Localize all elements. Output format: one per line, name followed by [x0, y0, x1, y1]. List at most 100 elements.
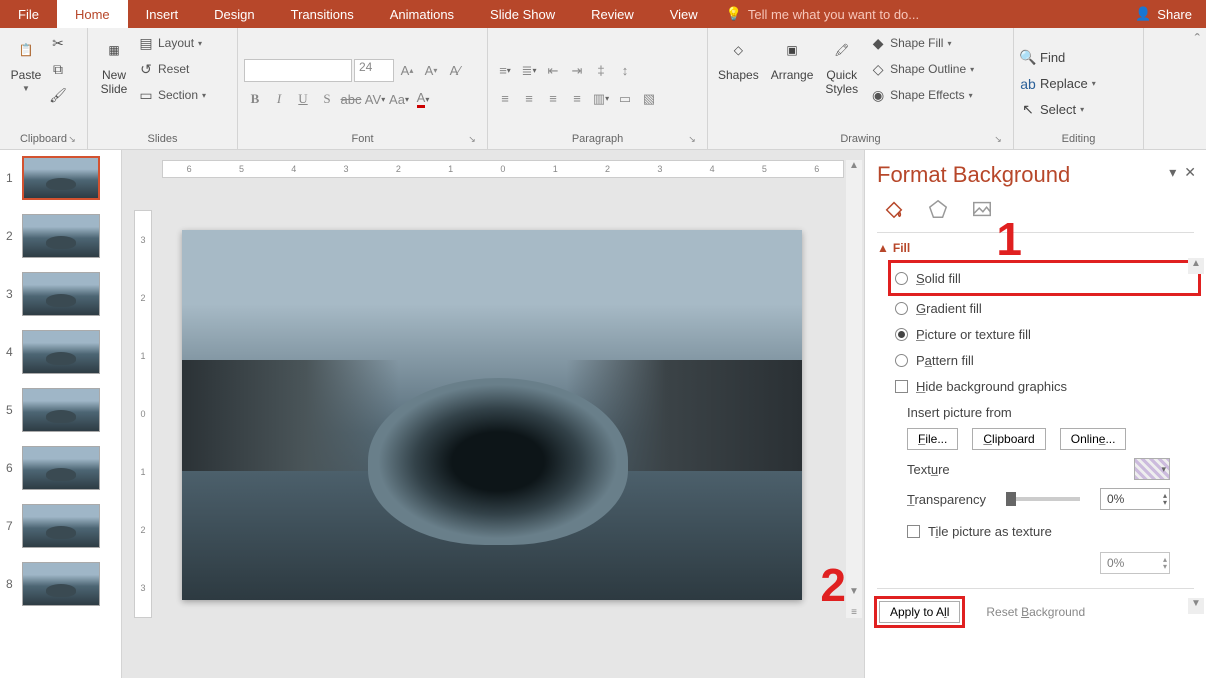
quick-styles-icon: 🖍: [826, 34, 858, 66]
align-center-button[interactable]: ≡: [518, 88, 540, 110]
paste-button[interactable]: 📋 Paste ▼: [6, 32, 46, 95]
slide-thumb-5[interactable]: [22, 388, 100, 432]
group-slides: ▦ New Slide ▤Layout▾ ↺Reset ▭Section▾ Sl…: [88, 28, 238, 149]
effects-tab-icon[interactable]: [925, 196, 951, 222]
tab-design[interactable]: Design: [196, 0, 272, 28]
tab-slideshow[interactable]: Slide Show: [472, 0, 573, 28]
tile-check[interactable]: Tile picture as texture: [907, 518, 1194, 544]
align-right-button[interactable]: ≡: [542, 88, 564, 110]
reset-button[interactable]: ↺Reset: [138, 58, 206, 80]
tab-home[interactable]: Home: [57, 0, 128, 28]
reset-icon: ↺: [138, 61, 154, 77]
font-name-select[interactable]: [244, 59, 352, 82]
increase-font-button[interactable]: A▴: [396, 60, 418, 82]
shape-outline-button[interactable]: ◇Shape Outline▾: [870, 58, 974, 80]
slide-thumb-6[interactable]: [22, 446, 100, 490]
find-button[interactable]: 🔍Find: [1020, 47, 1137, 69]
slide-canvas[interactable]: [182, 230, 802, 600]
slide-thumb-4[interactable]: [22, 330, 100, 374]
columns-button[interactable]: ▥▾: [590, 88, 612, 110]
dialog-launcher-clipboard[interactable]: ↘: [65, 132, 79, 146]
paste-label: Paste: [11, 68, 42, 82]
decrease-indent-button[interactable]: ⇤: [542, 60, 564, 82]
font-size-select[interactable]: 24: [354, 59, 394, 82]
underline-button[interactable]: U: [292, 88, 314, 110]
shape-fill-button[interactable]: ◆Shape Fill▾: [870, 32, 974, 54]
slide-thumb-2[interactable]: [22, 214, 100, 258]
online-button[interactable]: Online...: [1060, 428, 1127, 450]
transparency-value[interactable]: 0%▴▾: [1100, 488, 1170, 510]
section-button[interactable]: ▭Section▾: [138, 84, 206, 106]
clipboard-button[interactable]: Clipboard: [972, 428, 1045, 450]
tab-review[interactable]: Review: [573, 0, 652, 28]
pane-close-button[interactable]: ✕: [1184, 164, 1196, 181]
increase-indent-button[interactable]: ⇥: [566, 60, 588, 82]
dialog-launcher-font[interactable]: ↘: [465, 132, 479, 146]
dialog-launcher-drawing[interactable]: ↘: [991, 132, 1005, 146]
change-case-button[interactable]: Aa▾: [388, 88, 410, 110]
layout-button[interactable]: ▤Layout▾: [138, 32, 206, 54]
tab-transitions[interactable]: Transitions: [273, 0, 372, 28]
transparency-slider[interactable]: [1006, 497, 1080, 501]
font-color-button[interactable]: A▾: [412, 88, 434, 110]
bold-button[interactable]: B: [244, 88, 266, 110]
reset-background-button[interactable]: Reset Background: [976, 599, 1095, 625]
file-button[interactable]: File...: [907, 428, 958, 450]
clear-format-button[interactable]: A⁄: [444, 60, 466, 82]
collapse-ribbon-button[interactable]: ˆ: [1195, 32, 1200, 50]
bullets-button[interactable]: ≡▾: [494, 60, 516, 82]
quick-styles-button[interactable]: 🖍Quick Styles: [821, 32, 862, 98]
align-text-button[interactable]: ▭: [614, 88, 636, 110]
select-button[interactable]: ↖Select▾: [1020, 99, 1137, 121]
smartart-button[interactable]: ▧: [638, 88, 660, 110]
dialog-launcher-paragraph[interactable]: ↘: [685, 132, 699, 146]
slide-thumb-7[interactable]: [22, 504, 100, 548]
pane-options-button[interactable]: ▾: [1169, 164, 1176, 181]
texture-picker[interactable]: ▾: [1134, 458, 1170, 480]
slide-thumb-8[interactable]: [22, 562, 100, 606]
thumb-number: 7: [6, 519, 18, 533]
justify-button[interactable]: ≡: [566, 88, 588, 110]
picture-fill-radio[interactable]: Picture or texture fill: [895, 321, 1194, 347]
tab-animations[interactable]: Animations: [372, 0, 472, 28]
gradient-fill-radio[interactable]: Gradient fill: [895, 295, 1194, 321]
replace-icon: ab: [1020, 76, 1036, 92]
align-left-button[interactable]: ≡: [494, 88, 516, 110]
new-slide-button[interactable]: ▦ New Slide: [94, 32, 134, 98]
copy-button[interactable]: ⧉: [50, 58, 66, 80]
hide-graphics-check[interactable]: Hide background graphics: [895, 373, 1194, 399]
char-spacing-button[interactable]: AV▾: [364, 88, 386, 110]
select-label: Select: [1040, 102, 1076, 117]
arrange-button[interactable]: ▣Arrange: [767, 32, 818, 84]
tell-me[interactable]: 💡 Tell me what you want to do...: [716, 0, 1121, 28]
decrease-font-button[interactable]: A▾: [420, 60, 442, 82]
cut-button[interactable]: ✂: [50, 32, 66, 54]
numbering-button[interactable]: ≣▾: [518, 60, 540, 82]
tab-file[interactable]: File: [0, 0, 57, 28]
shadow-button[interactable]: S: [316, 88, 338, 110]
shape-effects-button[interactable]: ◉Shape Effects▾: [870, 84, 974, 106]
share-button[interactable]: 👤 Share: [1121, 0, 1206, 28]
slide-thumb-1[interactable]: [22, 156, 100, 200]
tab-insert[interactable]: Insert: [128, 0, 197, 28]
editor-scrollbar[interactable]: ▲▼≡: [846, 160, 862, 618]
format-painter-button[interactable]: 🖌: [50, 84, 66, 106]
shapes-button[interactable]: ◇Shapes: [714, 32, 763, 84]
apply-to-all-button[interactable]: Apply to All: [879, 601, 960, 623]
pane-scrollbar[interactable]: ▲▼: [1188, 258, 1204, 614]
offset-value[interactable]: 0%▴▾: [1100, 552, 1170, 574]
fill-tab-icon[interactable]: [881, 196, 907, 222]
replace-label: Replace: [1040, 76, 1088, 91]
replace-button[interactable]: abReplace▾: [1020, 73, 1137, 95]
solid-fill-radio[interactable]: Solid fill: [895, 265, 1194, 291]
text-direction-button[interactable]: ↕: [614, 60, 636, 82]
picture-tab-icon[interactable]: [969, 196, 995, 222]
line-spacing-button[interactable]: ‡: [590, 60, 612, 82]
fill-collapse-icon[interactable]: ▲: [877, 241, 889, 255]
slide-thumb-3[interactable]: [22, 272, 100, 316]
pattern-fill-radio[interactable]: Pattern fill: [895, 347, 1194, 373]
italic-button[interactable]: I: [268, 88, 290, 110]
paste-icon: 📋: [10, 34, 42, 66]
strike-button[interactable]: abc: [340, 88, 362, 110]
tab-view[interactable]: View: [652, 0, 716, 28]
